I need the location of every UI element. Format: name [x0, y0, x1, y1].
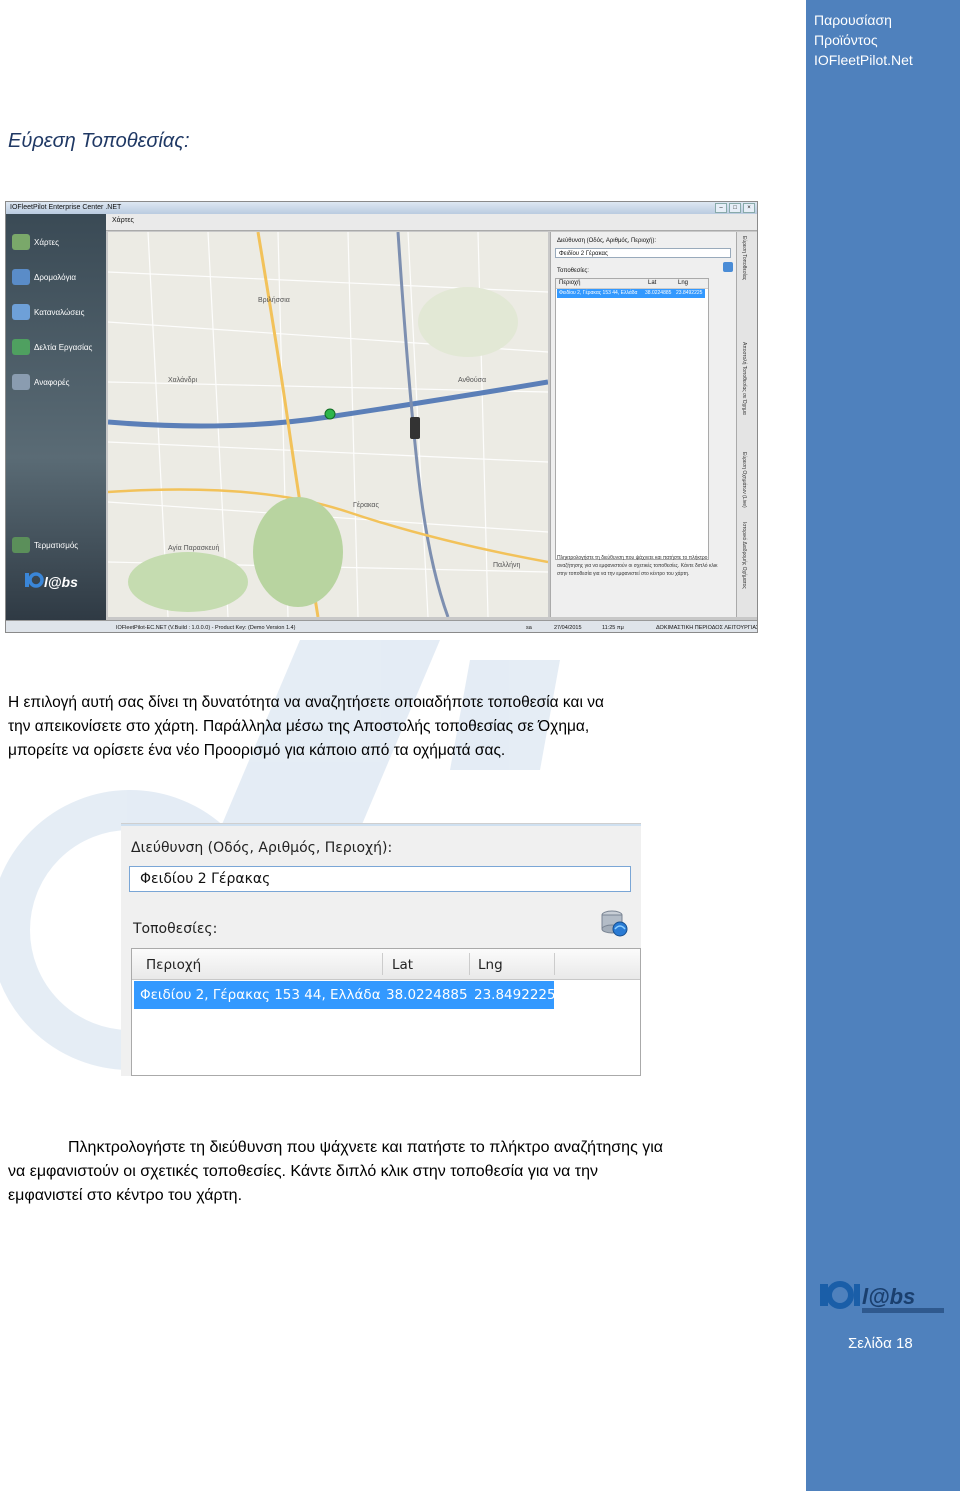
app-statusbar: IOFleetPilot-EC.NET (V.Build : 1.0.0.0) …	[6, 620, 758, 632]
app-titlebar: IOFleetPilot Enterprise Center .NET – □ …	[6, 202, 757, 214]
instructions-line: να εμφανιστούν οι σχετικές τοποθεσίες. Κ…	[8, 1163, 598, 1180]
map-label: Χαλάνδρι	[168, 376, 198, 384]
iolabs-logo: l@bs	[820, 1281, 944, 1313]
intro-paragraph: Η επιλογή αυτή σας δίνει τη δυνατότητα ν…	[8, 691, 798, 763]
app-nav-sidebar: Χάρτες Δρομολόγια Καταναλώσεις Δελτία Ερ…	[6, 214, 106, 620]
cell-lng: 23.8492225	[474, 987, 556, 1003]
status-version: IOFleetPilot-EC.NET (V.Build : 1.0.0.0) …	[116, 625, 296, 631]
panel-help-text: Πληκτρολογήστε τη διεύθυνση που ψάχνετε …	[557, 555, 718, 577]
panel-locations-label: Τοποθεσίες:	[557, 268, 589, 274]
map-icon	[12, 234, 30, 250]
status-user: sa	[526, 625, 532, 631]
col-lng: Lng	[678, 280, 689, 286]
col-lng[interactable]: Lng	[478, 957, 503, 973]
instructions-paragraph: Πληκτρολογήστε τη διεύθυνση που ψάχνετε …	[8, 1136, 798, 1208]
app-window-title: IOFleetPilot Enterprise Center .NET	[10, 204, 122, 211]
map-label: Ανθούσα	[458, 376, 486, 384]
svg-text:l@bs: l@bs	[44, 574, 78, 590]
fuel-icon	[12, 304, 30, 320]
nav-item-reports[interactable]: Αναφορές	[12, 374, 69, 390]
sidebar-title: Παρουσίαση Προϊόντος IOFleetPilot.Net	[814, 10, 954, 70]
tab-maps[interactable]: Χάρτες	[112, 217, 134, 224]
nav-item-maps[interactable]: Χάρτες	[12, 234, 59, 250]
page-title: Εύρεση Τοποθεσίας:	[8, 130, 190, 152]
instructions-line: εμφανιστεί στο κέντρο του χάρτη.	[8, 1187, 243, 1204]
intro-line: μπορείτε να ορίσετε ένα νέο Προορισμό γι…	[8, 742, 506, 759]
nav-label: Δελτία Εργασίας	[34, 342, 93, 352]
cell-area: Φειδίου 2, Γέρακας 153 44, Ελλάδα	[559, 290, 638, 296]
column-divider	[469, 953, 470, 975]
map-label: Παλλήνη	[493, 562, 520, 569]
intro-line: Η επιλογή αυτή σας δίνει τη δυνατότητα ν…	[8, 694, 604, 711]
intro-line: την απεικονίσετε στο χάρτη. Παράλληλα μέ…	[8, 718, 590, 735]
column-divider	[382, 953, 383, 975]
panel-table-row[interactable]: Φειδίου 2, Γέρακας 153 44, Ελλάδα 38.022…	[557, 289, 705, 298]
cell-area: Φειδίου 2, Γέρακας 153 44, Ελλάδα	[140, 987, 381, 1003]
vertical-tabs: Εύρεση Τοποθεσίας Αποστολή Τοποθεσίας σε…	[736, 232, 757, 617]
nav-item-worksheets[interactable]: Δελτία Εργασίας	[12, 339, 92, 355]
status-mode: ΔΟΚΙΜΑΣΤΙΚΗ ΠΕΡΙΟΔΟΣ ΛΕΙΤΟΥΡΓΙΑΣ	[656, 625, 758, 631]
panel-table-header: Περιοχή Lat Lng	[556, 279, 708, 289]
maximize-icon[interactable]: □	[729, 203, 741, 213]
table-row[interactable]: Φειδίου 2, Γέρακας 153 44, Ελλάδα 38.022…	[134, 981, 556, 1009]
location-panel: Διεύθυνση (Οδός, Αριθμός, Περιοχή): Φειδ…	[550, 232, 736, 617]
map-view[interactable]: Βριλήσσια Χαλάνδρι Ανθούσα Γέρακας Παλλή…	[108, 232, 548, 617]
exit-icon	[12, 537, 30, 553]
printer-icon	[12, 374, 30, 390]
sidebar-title-line-1: Παρουσίαση	[814, 12, 892, 28]
cell-lat: 38.0224885	[386, 987, 468, 1003]
nav-label: Δρομολόγια	[34, 272, 76, 282]
col-lat[interactable]: Lat	[392, 957, 413, 973]
right-sidebar	[806, 0, 960, 1491]
svg-text:l@bs: l@bs	[862, 1284, 915, 1309]
page-number: Σελίδα 18	[848, 1335, 913, 1352]
col-area[interactable]: Περιοχή	[146, 957, 201, 973]
window-controls: – □ ×	[715, 203, 755, 213]
address-label: Διεύθυνση (Οδός, Αριθμός, Περιοχή):	[131, 840, 393, 856]
sidebar-title-line-2: Προϊόντος	[814, 32, 878, 48]
nav-label: Αναφορές	[34, 377, 70, 387]
minimize-icon[interactable]: –	[715, 203, 727, 213]
route-icon	[12, 269, 30, 285]
vtab-route-history[interactable]: Ιστορικό Διαδρομής Οχήματος	[741, 522, 747, 589]
status-date: 27/04/2015	[554, 625, 582, 631]
nav-label: Τερματισμός	[34, 540, 79, 550]
worksheet-icon	[12, 339, 30, 355]
vtab-find-location[interactable]: Εύρεση Τοποθεσίας	[741, 236, 747, 280]
map-canvas: Βριλήσσια Χαλάνδρι Ανθούσα Γέρακας Παλλή…	[108, 232, 548, 617]
status-time: 11:25 πμ	[602, 625, 624, 631]
search-icon[interactable]	[723, 262, 733, 272]
panel-table: Περιοχή Lat Lng Φειδίου 2, Γέρακας 153 4…	[555, 278, 709, 560]
panel-address-input[interactable]: Φειδίου 2 Γέρακας	[555, 248, 731, 258]
map-label: Γέρακας	[353, 501, 379, 509]
nav-item-exit[interactable]: Τερματισμός	[12, 537, 78, 553]
sidebar-title-line-3: IOFleetPilot.Net	[814, 52, 913, 68]
zoomed-search-panel: Διεύθυνση (Οδός, Αριθμός, Περιοχή): Φειδ…	[121, 823, 641, 1076]
cell-lat: 38.0224885	[645, 290, 672, 296]
nav-item-consumption[interactable]: Καταναλώσεις	[12, 304, 84, 320]
panel-address-label: Διεύθυνση (Οδός, Αριθμός, Περιοχή):	[557, 238, 657, 244]
nav-label: Χάρτες	[34, 237, 59, 247]
address-input[interactable]: Φειδίου 2 Γέρακας	[129, 866, 631, 892]
zoom-top-border	[121, 824, 641, 826]
vtab-find-vehicles[interactable]: Εύρεση Οχημάτων (Live)	[741, 452, 747, 508]
app-screenshot: IOFleetPilot Enterprise Center .NET – □ …	[5, 201, 758, 633]
col-area: Περιοχή	[559, 280, 581, 286]
column-divider	[554, 953, 555, 975]
database-search-icon[interactable]	[599, 908, 629, 938]
locations-table-header: Περιοχή Lat Lng	[132, 949, 640, 980]
instructions-line: Πληκτρολογήστε τη διεύθυνση που ψάχνετε …	[68, 1139, 664, 1156]
locations-table: Περιοχή Lat Lng Φειδίου 2, Γέρακας 153 4…	[131, 948, 641, 1076]
close-icon[interactable]: ×	[743, 203, 755, 213]
app-iolabs-logo: l@bs	[25, 572, 78, 590]
cell-lng: 23.8492225	[676, 290, 703, 296]
col-lat: Lat	[648, 280, 657, 286]
map-label: Αγία Παρασκευή	[168, 544, 219, 552]
vtab-send-location[interactable]: Αποστολή Τοποθεσίας σε Όχημα	[741, 342, 747, 415]
nav-label: Καταναλώσεις	[34, 307, 85, 317]
app-tabbar: Χάρτες	[106, 214, 757, 231]
map-label: Βριλήσσια	[258, 297, 290, 304]
nav-item-routes[interactable]: Δρομολόγια	[12, 269, 76, 285]
locations-label: Τοποθεσίες:	[133, 921, 218, 937]
